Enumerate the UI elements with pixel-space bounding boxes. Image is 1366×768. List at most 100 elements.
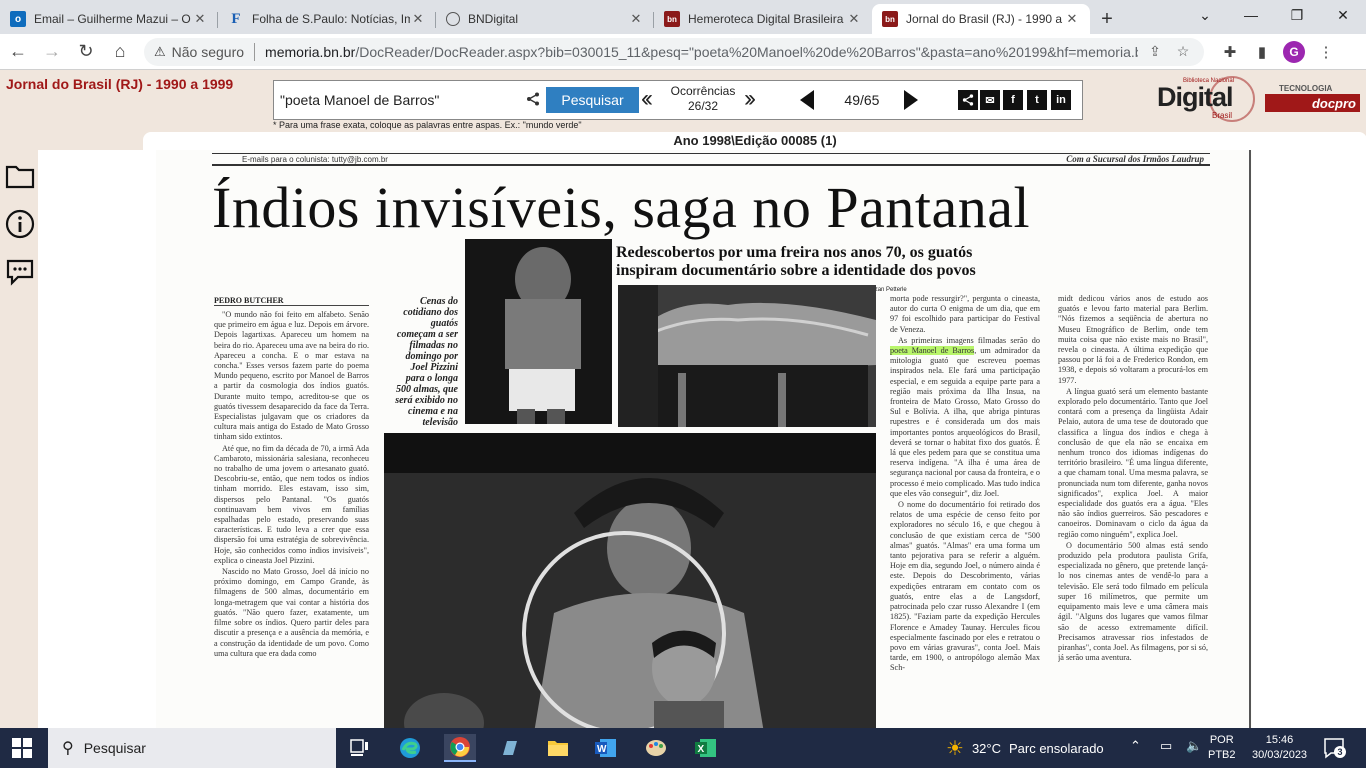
share-icon[interactable] [958,90,978,110]
article-paragraph: morta pode ressurgir?", pergunta o cinea… [890,294,1040,334]
article-column-1: "O mundo não foi feito em alfabeto. Senã… [214,310,369,730]
tab-search-chevron-icon[interactable]: ⌄ [1182,0,1228,30]
page-total: /65 [860,92,880,108]
back-arrow-icon[interactable]: ← [2,36,34,68]
outlook-icon: o [10,11,26,27]
bookmark-star-icon[interactable]: ☆ [1172,43,1194,60]
search-hint: * Para uma frase exata, coloque as palav… [273,120,582,130]
strip-left-text: E-mails para o colunista: tutty@jb.com.b… [242,155,388,164]
article-text: , um admirador da mitologia guató que es… [890,346,1040,498]
excel-icon[interactable]: X [690,734,722,762]
article-paragraph: A língua guató será um elemento bastante… [1058,386,1208,539]
profile-avatar[interactable]: G [1283,40,1305,63]
linkedin-icon[interactable]: in [1051,90,1071,110]
chrome-icon[interactable] [444,734,476,762]
chevron-up-icon[interactable]: ⌃ [1130,738,1141,754]
notifications-icon[interactable]: 3 [1322,736,1346,760]
tab-title: Email – Guilherme Mazui – O [34,12,191,26]
tab-title: BNDigital [468,12,519,26]
article-paragraph: O documentário 500 almas está sendo prod… [1058,540,1208,663]
svg-text:X: X [698,744,705,755]
viewer-sidebar [0,152,40,728]
article-paragraph: O nome do documentário foi retirado dos … [890,500,1040,673]
tab-strip: o Email – Guilherme Mazui – O ✕ F Folha … [0,0,1366,34]
share-icon[interactable] [526,92,540,109]
email-icon[interactable]: ✉ [980,90,1000,110]
tab-email[interactable]: o Email – Guilherme Mazui – O ✕ [0,4,218,34]
home-icon[interactable]: ⌂ [104,36,136,68]
file-explorer-icon[interactable] [542,734,574,762]
tab-title: Jornal do Brasil (RJ) - 1990 a [906,12,1063,26]
restore-icon[interactable]: ❐ [1274,0,1320,30]
extensions-icon[interactable]: ✚ [1214,36,1246,68]
page-number-input[interactable] [820,89,860,111]
tab-jornal-do-brasil[interactable]: bn Jornal do Brasil (RJ) - 1990 a ✕ [872,4,1090,34]
folha-icon: F [231,10,241,27]
menu-dots-icon[interactable]: ⋮ [1310,36,1342,68]
article-paragraph: "O mundo não foi feito em alfabeto. Senã… [214,310,369,442]
notification-count: 3 [1334,746,1346,758]
url-path: /DocReader/DocReader.aspx?bib=030015_11&… [355,43,1138,60]
previous-page-icon[interactable] [800,90,814,110]
url-host: memoria.bn.br [265,43,356,60]
windows-start-icon[interactable] [12,738,32,758]
search-highlight[interactable]: poeta Manoel de Barros [890,346,975,356]
tab-title: Folha de S.Paulo: Notícias, Im [252,12,410,26]
docpro-logo[interactable]: TECNOLOGIA docpro [1265,84,1360,118]
site-title: Jornal do Brasil (RJ) - 1990 a 1999 [6,76,234,92]
new-tab-button[interactable]: + [1090,4,1124,34]
divider [254,42,256,61]
task-view-icon[interactable] [344,734,376,762]
facebook-icon[interactable]: f [1003,90,1023,110]
close-icon[interactable]: ✕ [846,11,862,27]
page-edge [1249,150,1251,728]
twitter-icon[interactable]: t [1027,90,1047,110]
address-bar[interactable]: ⚠ Não seguro memoria.bn.br/DocReader/Doc… [144,37,1204,66]
volume-icon[interactable]: 🔈 [1186,738,1202,754]
comments-icon[interactable] [4,256,36,288]
side-panel-icon[interactable]: ▮ [1246,36,1278,68]
weather-widget[interactable]: ☀ 32°C Parc ensolarado [946,728,1104,768]
minimize-icon[interactable]: — [1228,0,1274,30]
taskbar-search[interactable]: ⚲ Pesquisar [48,728,336,768]
newspaper-deck: Redescobertos por uma freira nos anos 70… [616,244,976,279]
next-page-icon[interactable] [904,90,918,110]
network-icon[interactable]: ▭ [1160,738,1172,754]
language-line-1: POR [1209,734,1234,746]
close-icon[interactable]: ✕ [628,11,644,27]
folder-icon[interactable] [4,160,36,192]
article-column-3: morta pode ressurgir?", pergunta o cinea… [890,294,1040,728]
tab-hemeroteca[interactable]: bn Hemeroteca Digital Brasileira ✕ [654,4,872,34]
notes-app-icon[interactable] [494,734,526,762]
paint-icon[interactable] [640,734,672,762]
article-paragraph: As primeiras imagens filmadas serão do p… [890,336,1040,499]
language-indicator[interactable]: POR PTB2 [1208,733,1236,763]
previous-occurrence-icon[interactable]: ‹‹ [641,85,653,113]
language-line-2: PTB2 [1208,749,1236,761]
taskbar-search-placeholder: Pesquisar [83,740,146,756]
share-icon[interactable]: ⇪ [1144,43,1166,60]
search-button[interactable]: Pesquisar [546,87,639,113]
reload-icon[interactable]: ↻ [70,36,102,68]
edge-icon[interactable] [394,734,426,762]
close-icon[interactable]: ✕ [410,11,426,27]
search-input[interactable] [280,88,518,112]
window-close-icon[interactable]: ✕ [1320,0,1366,30]
svg-text:W: W [597,744,607,755]
security-label: Não seguro [171,43,245,60]
weather-sun-icon: ☀ [946,737,964,760]
globe-icon [446,12,460,26]
document-viewer[interactable]: E-mails para o colunista: tutty@jb.com.b… [38,150,1366,733]
close-icon[interactable]: ✕ [1064,11,1080,27]
forward-arrow-icon[interactable]: → [36,36,68,68]
hemeroteca-digital-logo[interactable]: Biblioteca Nacional Digital Brasil [1157,76,1255,122]
tab-bndigital[interactable]: BNDigital ✕ [436,4,654,34]
strip-right-text: Com a Sucursal dos Irmãos Laudrup [1066,154,1204,164]
close-icon[interactable]: ✕ [192,11,208,27]
info-icon[interactable] [4,208,36,240]
tab-folha[interactable]: F Folha de S.Paulo: Notícias, Im ✕ [218,4,436,34]
word-icon[interactable]: W [590,734,622,762]
tab-title: Hemeroteca Digital Brasileira [688,12,844,26]
clock[interactable]: 15:46 30/03/2023 [1252,733,1307,763]
next-occurrence-icon[interactable]: ›› [744,85,756,113]
